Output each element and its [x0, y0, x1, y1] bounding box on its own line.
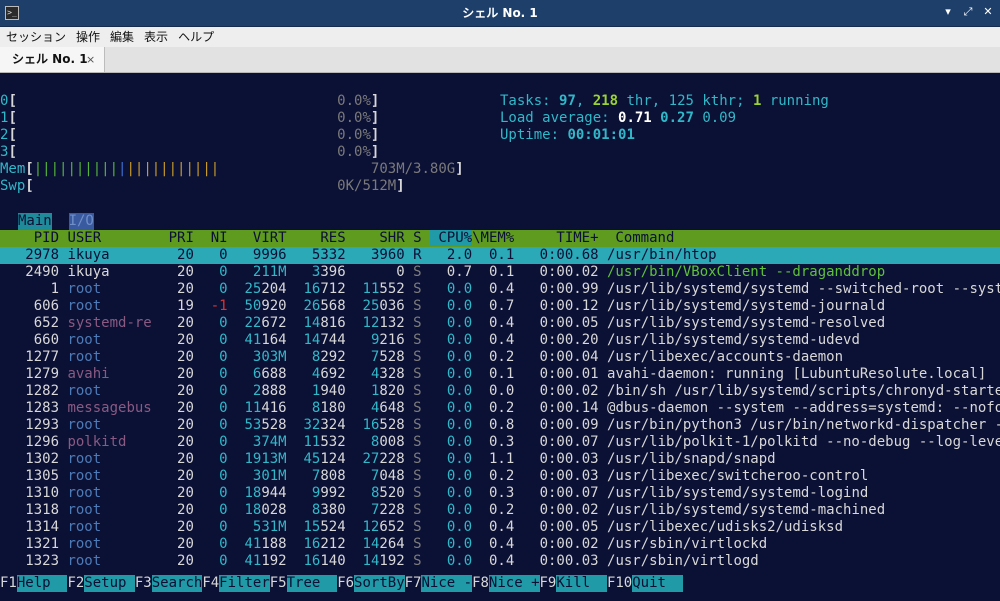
column-header[interactable]: CPU%	[429, 230, 473, 246]
tab-close-icon[interactable]: ×	[86, 47, 95, 72]
fkey-f5[interactable]: F5	[270, 575, 287, 591]
close-button[interactable]: ✕	[978, 2, 998, 22]
fkey-f7[interactable]: F7	[405, 575, 422, 591]
process-row[interactable]: 1283 messagebus 20 0 11416 8180 4648 S 0…	[0, 400, 1000, 417]
window-title: シェル No. 1	[462, 6, 538, 20]
cpu-meter-1: 1[ 0.0%]	[0, 110, 380, 126]
process-row[interactable]: 1318 root 20 0 18028 8380 7228 S 0.0 0.2…	[0, 502, 1000, 519]
process-row[interactable]: 1310 root 20 0 18944 9992 8520 S 0.0 0.3…	[0, 485, 1000, 502]
fkey-f3[interactable]: F3	[135, 575, 152, 591]
tab-label: シェル No. 1	[12, 52, 88, 66]
uptime: Uptime: 00:01:01	[500, 127, 635, 143]
menu-session[interactable]: セッション	[2, 27, 70, 47]
process-row[interactable]: 1279 avahi 20 0 6688 4692 4328 S 0.0 0.1…	[0, 366, 1000, 383]
column-header[interactable]: S	[413, 230, 430, 246]
column-header[interactable]: SHR	[354, 230, 413, 246]
window-titlebar[interactable]: >_ シェル No. 1 ▾ ⤢ ✕	[0, 0, 1000, 27]
process-row[interactable]: 1305 root 20 0 301M 7808 7048 S 0.0 0.2 …	[0, 468, 1000, 485]
terminal-view[interactable]: 0[ 0.0%] 1[ 0.0%] 2[ 0.0%] 3[ 0.0%] Mem[…	[0, 73, 1000, 601]
fkey-label[interactable]: Nice -	[421, 575, 473, 592]
process-row[interactable]: 1302 root 20 0 1913M 45124 27228 S 0.0 1…	[0, 451, 1000, 468]
fkey-f9[interactable]: F9	[540, 575, 557, 591]
cpu-meter-0: 0[ 0.0%]	[0, 93, 380, 109]
process-row[interactable]: 1282 root 20 0 2888 1940 1820 S 0.0 0.0 …	[0, 383, 1000, 400]
tab-io[interactable]: I/O	[68, 213, 94, 230]
fkey-label[interactable]: Nice +	[488, 575, 540, 592]
fkey-label[interactable]: Help	[16, 575, 68, 592]
tasks-info: Tasks: 97, 218 thr, 125 kthr; 1 running	[500, 93, 829, 109]
column-header[interactable]: Command	[615, 230, 674, 246]
process-row[interactable]: 660 root 20 0 41164 14744 9216 S 0.0 0.4…	[0, 332, 1000, 349]
process-row[interactable]: 1277 root 20 0 303M 8292 7528 S 0.0 0.2 …	[0, 349, 1000, 366]
minimize-button[interactable]: ▾	[938, 2, 958, 22]
fkey-f2[interactable]: F2	[67, 575, 84, 591]
fkey-label[interactable]: Setup	[84, 575, 135, 592]
column-header[interactable]: VIRT	[236, 230, 295, 246]
column-header[interactable]: PRI	[160, 230, 202, 246]
fkey-label[interactable]: SortBy	[354, 575, 405, 592]
fkey-label[interactable]: Quit	[632, 575, 683, 592]
tab-main[interactable]: Main	[18, 213, 52, 230]
process-row[interactable]: 2978 ikuya 20 0 9996 5332 3960 R 2.0 0.1…	[0, 247, 1000, 264]
process-row[interactable]: 652 systemd-re 20 0 22672 14816 12132 S …	[0, 315, 1000, 332]
process-row[interactable]: 1314 root 20 0 531M 15524 12652 S 0.0 0.…	[0, 519, 1000, 536]
tab-shell-1[interactable]: シェル No. 1 ×	[0, 47, 105, 72]
swap-meter: Swp[ 0K/512M]	[0, 178, 405, 194]
fkey-f1[interactable]: F1	[0, 575, 17, 591]
maximize-button[interactable]: ⤢	[958, 2, 978, 22]
menubar: セッション 操作 編集 表示 ヘルプ	[0, 27, 1000, 47]
fkey-label[interactable]: Filter	[219, 575, 270, 592]
column-header[interactable]: PID	[0, 230, 67, 246]
fkey-label[interactable]: Kill	[556, 575, 607, 592]
column-header[interactable]: RES	[295, 230, 354, 246]
load-average: Load average: 0.71 0.27 0.09	[500, 110, 737, 126]
menu-actions[interactable]: 操作	[72, 27, 104, 47]
column-header[interactable]: \MEM%	[472, 230, 523, 246]
function-key-bar: F1Help F2Setup F3SearchF4FilterF5Tree F6…	[0, 575, 1000, 592]
process-row[interactable]: 1321 root 20 0 41188 16212 14264 S 0.0 0…	[0, 536, 1000, 553]
screen-tabs: Main I/O	[18, 213, 94, 230]
cpu-meter-3: 3[ 0.0%]	[0, 144, 380, 160]
process-row[interactable]: 2490 ikuya 20 0 211M 3396 0 S 0.7 0.1 0:…	[0, 264, 1000, 281]
fkey-f8[interactable]: F8	[472, 575, 489, 591]
process-row[interactable]: 1293 root 20 0 53528 32324 16528 S 0.0 0…	[0, 417, 1000, 434]
menu-view[interactable]: 表示	[140, 27, 172, 47]
process-row[interactable]: 1 root 20 0 25204 16712 11552 S 0.0 0.4 …	[0, 281, 1000, 298]
process-table-header[interactable]: PID USER PRI NI VIRT RES SHR S CPU%\MEM%…	[0, 230, 1000, 247]
column-header[interactable]: NI	[202, 230, 236, 246]
fkey-f6[interactable]: F6	[337, 575, 354, 591]
fkey-label[interactable]: Search	[151, 575, 203, 592]
process-row[interactable]: 1296 polkitd 20 0 374M 11532 8008 S 0.0 …	[0, 434, 1000, 451]
menu-help[interactable]: ヘルプ	[174, 27, 218, 47]
cpu-meter-2: 2[ 0.0%]	[0, 127, 380, 143]
fkey-label[interactable]: Tree	[286, 575, 338, 592]
menu-edit[interactable]: 編集	[106, 27, 138, 47]
mem-meter: Mem[|||||||||||||||||||||| 703M/3.80G]	[0, 161, 464, 177]
process-row[interactable]: 1323 root 20 0 41192 16140 14192 S 0.0 0…	[0, 553, 1000, 570]
tab-bar: シェル No. 1 ×	[0, 47, 1000, 73]
fkey-f10[interactable]: F10	[607, 575, 632, 591]
column-header[interactable]: TIME+	[523, 230, 616, 246]
column-header[interactable]: USER	[67, 230, 160, 246]
process-row[interactable]: 606 root 19 -1 50920 26568 25036 S 0.0 0…	[0, 298, 1000, 315]
fkey-f4[interactable]: F4	[202, 575, 219, 591]
